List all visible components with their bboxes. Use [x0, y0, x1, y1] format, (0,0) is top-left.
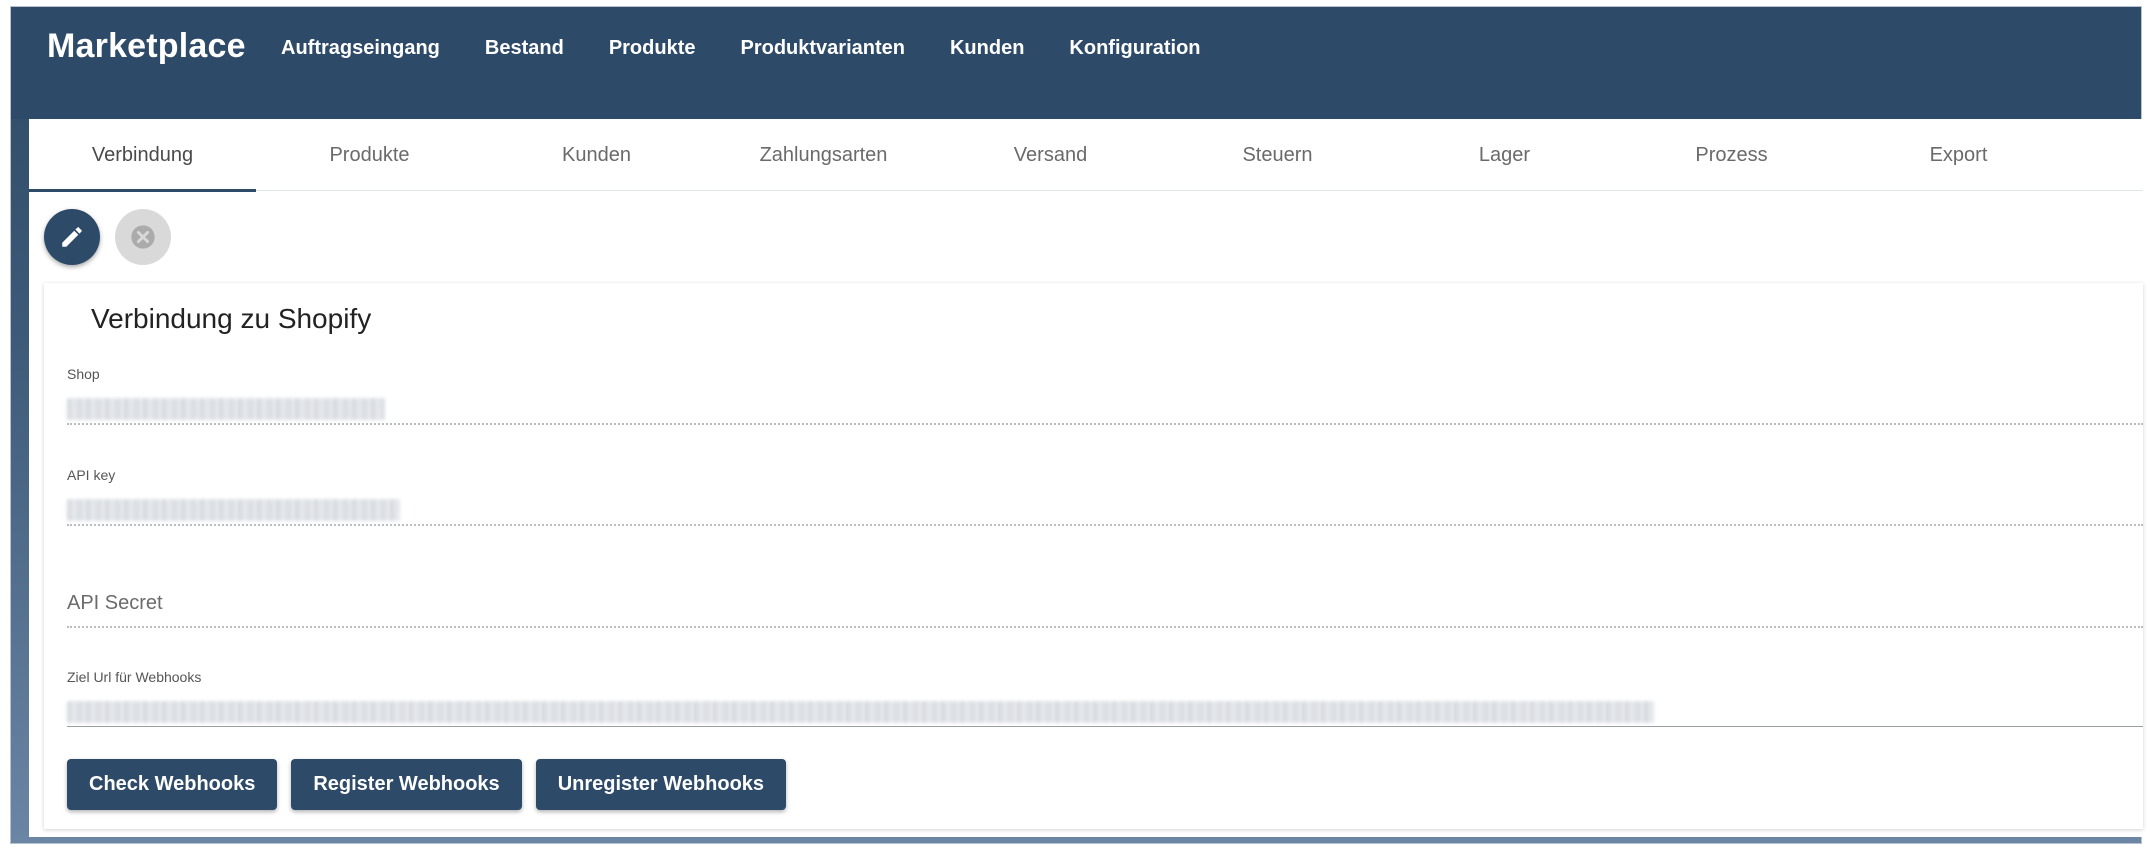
- unregister-webhooks-button[interactable]: Unregister Webhooks: [535, 759, 787, 810]
- tab-steuern[interactable]: Steuern: [1164, 119, 1391, 191]
- brand-title: Marketplace: [47, 27, 246, 65]
- webhook-url-label: Ziel Url für Webhooks: [67, 669, 202, 685]
- api-secret-underline: [67, 626, 2143, 628]
- api-key-underline: [67, 524, 2143, 526]
- nav-item-kunden[interactable]: Kunden: [950, 37, 1024, 60]
- connection-card: Verbindung zu Shopify Shop API key API S…: [44, 283, 2143, 829]
- nav-item-auftragseingang[interactable]: Auftragseingang: [281, 37, 440, 60]
- cancel-button[interactable]: [115, 209, 171, 265]
- check-webhooks-button[interactable]: Check Webhooks: [67, 759, 278, 810]
- api-key-field[interactable]: API key: [67, 467, 2143, 526]
- api-key-value-redacted: [67, 499, 400, 521]
- api-secret-field[interactable]: API Secret: [67, 592, 2143, 628]
- register-webhooks-button[interactable]: Register Webhooks: [291, 759, 522, 810]
- webhook-url-field[interactable]: Ziel Url für Webhooks: [67, 669, 2143, 727]
- app-window: Marketplace Auftragseingang Bestand Prod…: [10, 6, 2143, 844]
- content-panel: Verbindung Produkte Kunden Zahlungsarten…: [29, 119, 2143, 837]
- tab-lager[interactable]: Lager: [1391, 119, 1618, 191]
- card-title: Verbindung zu Shopify: [91, 303, 372, 334]
- edit-button[interactable]: [44, 209, 100, 265]
- tab-export[interactable]: Export: [1845, 119, 2072, 191]
- nav-item-produktvarianten[interactable]: Produktvarianten: [741, 37, 905, 60]
- nav-item-produkte[interactable]: Produkte: [609, 37, 696, 60]
- shop-field[interactable]: Shop: [67, 366, 2143, 425]
- main-nav: Auftragseingang Bestand Produkte Produkt…: [281, 37, 1246, 60]
- api-secret-placeholder: API Secret: [67, 592, 163, 614]
- nav-item-bestand[interactable]: Bestand: [485, 37, 564, 60]
- shop-underline: [67, 423, 2143, 425]
- webhook-url-underline: [67, 726, 2143, 727]
- webhook-url-value-redacted: [67, 701, 1654, 723]
- tab-prozess[interactable]: Prozess: [1618, 119, 1845, 191]
- tab-zahlungsarten[interactable]: Zahlungsarten: [710, 119, 937, 191]
- top-navigation-bar: Marketplace Auftragseingang Bestand Prod…: [11, 7, 2141, 119]
- shop-label: Shop: [67, 366, 100, 382]
- close-circle-icon: [131, 225, 155, 249]
- webhook-actions: Check Webhooks Register Webhooks Unregis…: [67, 759, 800, 810]
- pencil-icon: [62, 227, 82, 247]
- api-key-label: API key: [67, 467, 116, 483]
- tab-bar: Verbindung Produkte Kunden Zahlungsarten…: [29, 119, 2143, 192]
- nav-item-konfiguration[interactable]: Konfiguration: [1069, 37, 1200, 60]
- tab-kunden[interactable]: Kunden: [483, 119, 710, 191]
- tab-versand[interactable]: Versand: [937, 119, 1164, 191]
- shop-value-redacted: [67, 398, 385, 420]
- tab-produkte[interactable]: Produkte: [256, 119, 483, 191]
- tab-verbindung[interactable]: Verbindung: [29, 119, 256, 192]
